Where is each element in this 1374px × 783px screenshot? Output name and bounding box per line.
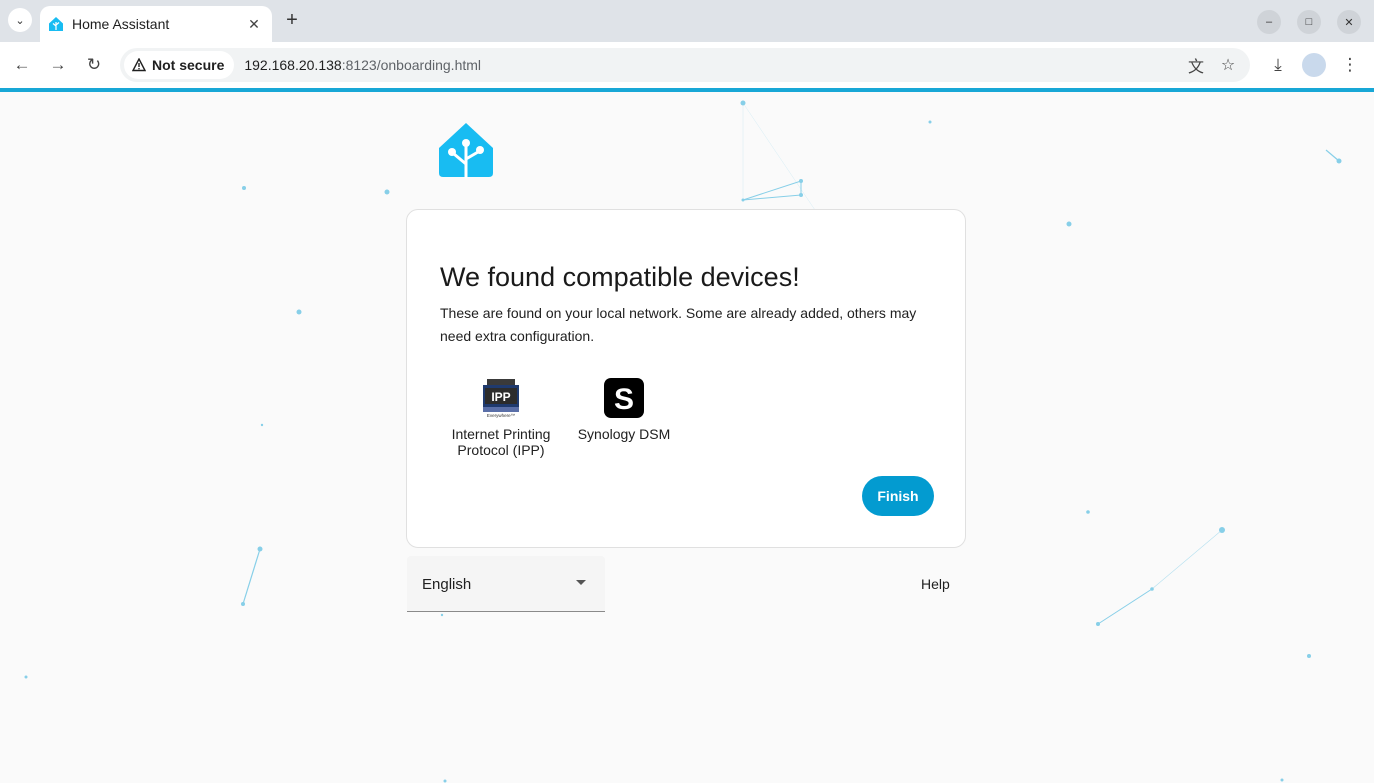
back-arrow-icon[interactable]: ← (10, 53, 34, 77)
browser-toolbar: ← → ↻ Not secure 192.168.20.138:8123/onb… (0, 42, 1374, 88)
reload-icon[interactable]: ↻ (82, 53, 106, 77)
ipp-logo-text: IPP (491, 390, 510, 404)
security-chip[interactable]: Not secure (124, 51, 235, 79)
home-assistant-favicon-icon (49, 17, 63, 31)
language-select[interactable]: English (407, 556, 605, 612)
warning-triangle-icon (132, 58, 146, 72)
ipp-printer-icon: IPP Everywhere™ (483, 379, 519, 418)
window-close-icon[interactable]: ✕ (1337, 10, 1361, 34)
tab-home-assistant[interactable]: Home Assistant ✕ (40, 6, 272, 42)
tab-search-icon[interactable]: ⌄ (8, 8, 32, 32)
bookmark-star-icon[interactable]: ☆ (1218, 55, 1238, 75)
new-tab-plus-icon[interactable]: + (282, 10, 302, 30)
language-value: English (422, 576, 472, 593)
profile-avatar[interactable] (1302, 53, 1326, 77)
dropdown-arrow-icon (576, 580, 586, 585)
device-synology[interactable]: S Synology DSM (568, 378, 680, 442)
browser-tab-bar: ⌄ Home Assistant ✕ + – □ ✕ (0, 0, 1374, 42)
device-name-synology: Synology DSM (577, 426, 671, 442)
forward-arrow-icon[interactable]: → (46, 53, 70, 77)
synology-icon: S (604, 378, 644, 418)
ipp-logo-subtext: Everywhere™ (487, 413, 515, 418)
minimize-icon[interactable]: – (1257, 10, 1281, 34)
tab-title: Home Assistant (72, 16, 170, 32)
download-icon[interactable]: ⤓ (1266, 53, 1290, 77)
url-host: 192.168.20.138 (244, 57, 342, 73)
onboarding-card: We found compatible devices! These are f… (406, 209, 966, 548)
translate-icon[interactable]: 文 (1186, 55, 1206, 76)
device-ipp[interactable]: IPP Everywhere™ Internet Printing Protoc… (445, 378, 557, 458)
synology-logo-text: S (614, 383, 634, 416)
more-menu-icon[interactable]: ⋮ (1338, 53, 1362, 77)
close-icon[interactable]: ✕ (244, 14, 264, 34)
address-bar[interactable]: Not secure 192.168.20.138:8123/onboardin… (120, 48, 1250, 82)
maximize-icon[interactable]: □ (1297, 10, 1321, 34)
help-link[interactable]: Help (921, 576, 950, 592)
card-description: These are found on your local network. S… (440, 305, 917, 344)
finish-button[interactable]: Finish (862, 476, 934, 516)
url-path: :8123/onboarding.html (341, 57, 482, 73)
device-name-ipp: Internet Printing Protocol (IPP) (451, 426, 551, 458)
home-assistant-logo (439, 123, 493, 179)
page-title: We found compatible devices! (440, 262, 800, 292)
not-secure-label: Not secure (152, 57, 225, 73)
